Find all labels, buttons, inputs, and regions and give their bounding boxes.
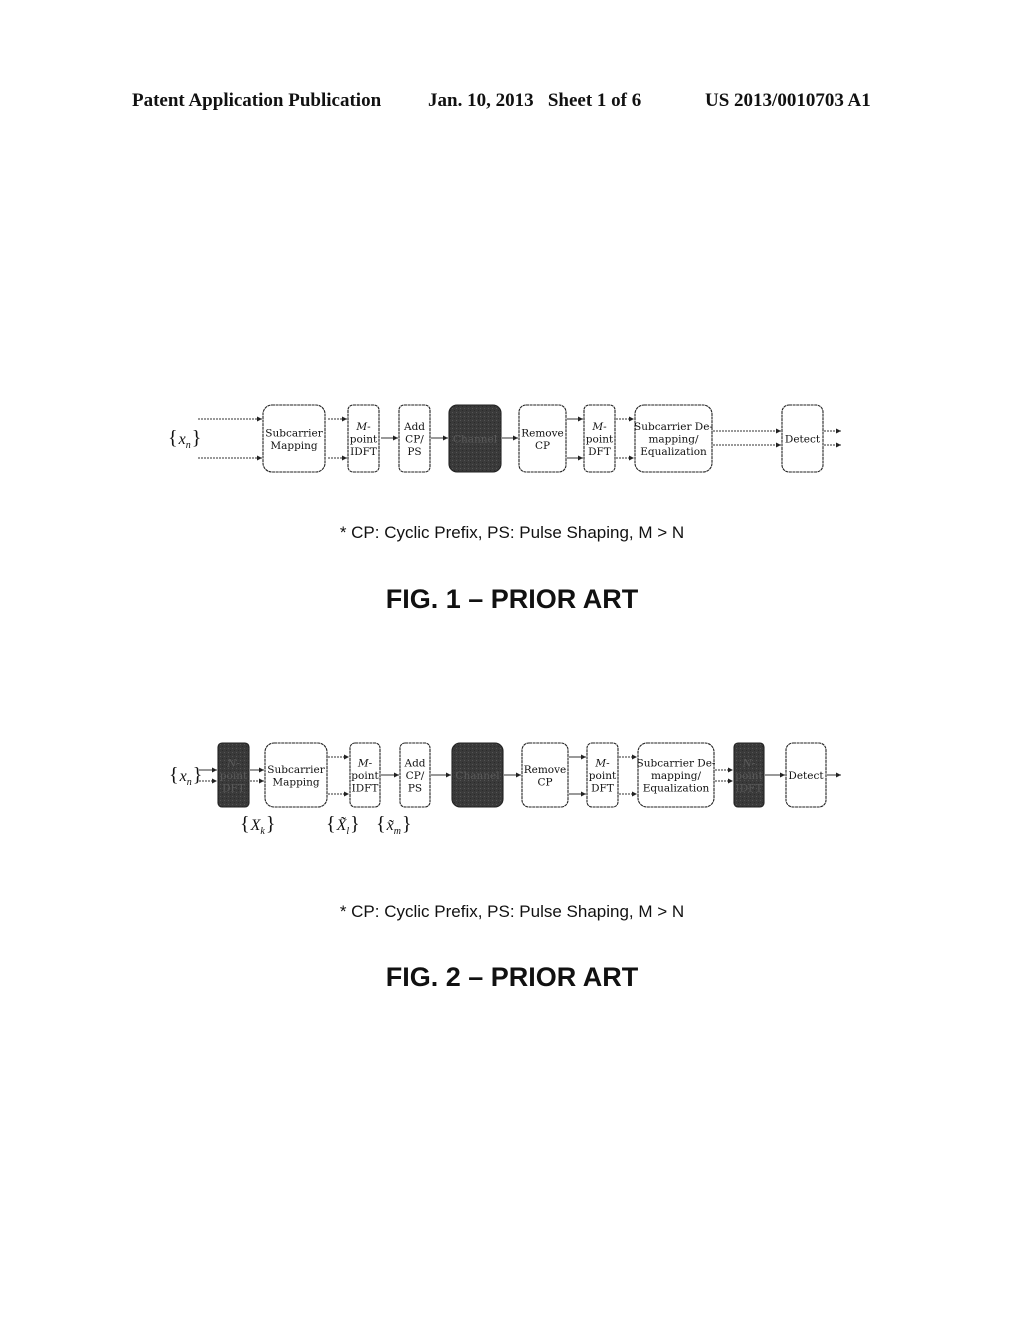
block-subcarrier-demapping: Subcarrier De-mapping/Equalization (637, 742, 716, 808)
fig1-note-text: * CP: Cyclic Prefix, PS: Pulse Shaping, … (339, 523, 685, 542)
block-label-line: IDFT (350, 446, 377, 458)
block-label-line: Add (403, 758, 425, 770)
block-subcarrier-mapping: SubcarrierMapping (264, 742, 328, 808)
block-n-point-dft: N-pointDFT (217, 742, 250, 808)
block-label-line: PS (408, 783, 422, 795)
block-subcarrier-demapping: Subcarrier De-mapping/Equalization (634, 404, 713, 473)
block-label-line: Subcarrier De- (637, 758, 716, 770)
block-channel: Channel (448, 404, 502, 473)
block-label-line: point (350, 434, 378, 446)
block-label-line: Detect (785, 434, 821, 446)
publication-label: Patent Application Publication (132, 90, 382, 111)
fig2-note-text: * CP: Cyclic Prefix, PS: Pulse Shaping, … (339, 902, 685, 921)
fig2-diagram: {xn}N-pointDFTSubcarrierMappingM-pointID… (169, 742, 841, 837)
block-label-line: IDFT (352, 783, 379, 795)
block-label-line: Channel (453, 434, 498, 446)
block-label-line: mapping/ (651, 770, 702, 782)
patent-number: US 2013/0010703 A1 (705, 90, 871, 111)
block-label-line: Subcarrier (267, 764, 325, 776)
block-label-line: DFT (222, 783, 245, 795)
block-label-line: Subcarrier De- (634, 421, 713, 433)
block-label-line: point (586, 434, 614, 446)
block-label-line: CP/ (406, 770, 425, 782)
block-detect: Detect (781, 404, 824, 473)
block-label-line: CP (537, 776, 552, 788)
fig2-caption: FIG. 2 – PRIOR ART (385, 962, 639, 992)
block-label-line: N- (226, 758, 240, 770)
block-label-line: Mapping (270, 440, 318, 452)
block-add-cp-ps: AddCP/PS (398, 404, 431, 473)
block-label-line: M- (357, 758, 373, 770)
fig1-caption: FIG. 1 – PRIOR ART (385, 584, 639, 614)
fig1-diagram: {xn} SubcarrierMappingM-pointIDFTAddCP/PS… (168, 404, 841, 473)
block-label-line: Add (403, 421, 425, 433)
block-label-line: Equalization (643, 783, 710, 795)
block-label-line: mapping/ (648, 434, 699, 446)
block-add-cp-ps: AddCP/PS (399, 742, 431, 808)
signal-label-X-tilde-l: {X̃l} (326, 813, 360, 837)
block-label-line: CP (535, 440, 550, 452)
fig2-input-label: {xn} (169, 764, 202, 788)
block-label-line: PS (407, 446, 421, 458)
block-label-line: point (351, 770, 379, 782)
block-label-line: Remove (524, 764, 567, 776)
block-m-point-dft: M-pointDFT (586, 742, 619, 808)
block-m-point-idft: M-pointIDFT (347, 404, 380, 473)
block-label-line: Subcarrier (265, 427, 323, 439)
block-remove-cp: RemoveCP (521, 742, 569, 808)
block-label-line: point (589, 770, 617, 782)
block-channel: Channel (451, 742, 504, 808)
block-label-line: Channel (455, 770, 500, 782)
block-remove-cp: RemoveCP (518, 404, 567, 473)
block-label-line: Mapping (272, 776, 320, 788)
fig2-note: * CP: Cyclic Prefix, PS: Pulse Shaping, … (0, 902, 1024, 922)
block-m-point-dft: M-pointDFT (583, 404, 616, 473)
block-m-point-idft: M-pointIDFT (349, 742, 381, 808)
date-sheet-label: Jan. 10, 2013 Sheet 1 of 6 (428, 90, 642, 111)
signal-label-x-tilde-m: {x̃m} (376, 813, 412, 837)
fig1-input-label: {xn} (168, 427, 201, 451)
block-label-line: M- (355, 421, 371, 433)
block-n-point-idft: N-pointIDFT (733, 742, 765, 808)
block-label-line: N- (742, 758, 756, 770)
block-label-line: CP/ (405, 434, 424, 446)
block-label-line: DFT (591, 783, 614, 795)
block-label-line: M- (594, 758, 610, 770)
block-subcarrier-mapping: SubcarrierMapping (262, 404, 326, 473)
block-label-line: point (735, 770, 763, 782)
signal-label-X-k: {Xk} (240, 813, 275, 837)
block-label-line: Equalization (640, 446, 707, 458)
block-detect: Detect (785, 742, 827, 808)
block-label-line: Remove (521, 427, 564, 439)
block-label-line: DFT (588, 446, 611, 458)
block-label-line: M- (591, 421, 607, 433)
block-label-line: Detect (788, 770, 824, 782)
fig1-note: * CP: Cyclic Prefix, PS: Pulse Shaping, … (0, 523, 1024, 543)
block-label-line: IDFT (736, 783, 763, 795)
block-label-line: point (220, 770, 248, 782)
